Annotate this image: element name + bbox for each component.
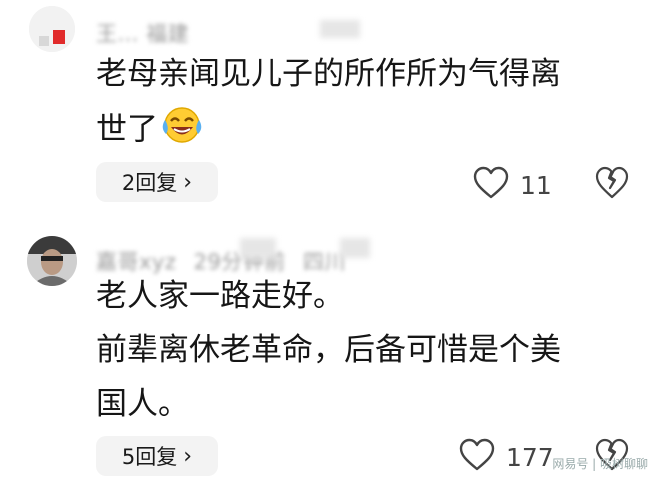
like-button[interactable]: 177 <box>458 438 554 476</box>
chevron-right-icon: › <box>183 443 193 469</box>
laughing-crying-emoji-icon <box>160 104 204 158</box>
comment-text-line-with-emoji: 世了 <box>96 104 204 158</box>
heart-outline-icon <box>472 166 510 204</box>
comment-text: 世了 <box>96 111 158 148</box>
replies-label: 5回复 <box>121 445 178 469</box>
redaction-blot <box>340 238 370 258</box>
replies-label: 2回复 <box>121 171 178 195</box>
username: 嘉哥xyz <box>96 250 177 274</box>
comment-text-line: 老人家一路走好。 <box>96 278 344 314</box>
comment-text-line: 老母亲闻见儿子的所作所为气得离 <box>96 56 561 92</box>
like-count: 11 <box>520 170 552 200</box>
comment-meta: 王… 福建 <box>96 22 190 46</box>
like-button[interactable]: 11 <box>472 166 552 204</box>
comment-text-line: 前辈离休老革命，后备可惜是个美 <box>96 332 561 368</box>
dislike-button[interactable] <box>594 166 630 204</box>
redaction-blot <box>240 238 276 258</box>
view-replies-button[interactable]: 5回复 › <box>96 436 218 476</box>
comment-text-line: 国人。 <box>96 386 189 422</box>
view-replies-button[interactable]: 2回复 › <box>96 162 218 202</box>
redaction-blot <box>320 20 360 38</box>
heart-outline-icon <box>458 438 496 476</box>
watermark: 网易号 | 吸树聊聊 <box>552 457 648 471</box>
like-count: 177 <box>506 442 554 472</box>
avatar[interactable] <box>29 6 75 52</box>
chevron-right-icon: › <box>183 169 193 195</box>
avatar[interactable] <box>27 236 77 286</box>
broken-heart-icon <box>595 166 629 199</box>
